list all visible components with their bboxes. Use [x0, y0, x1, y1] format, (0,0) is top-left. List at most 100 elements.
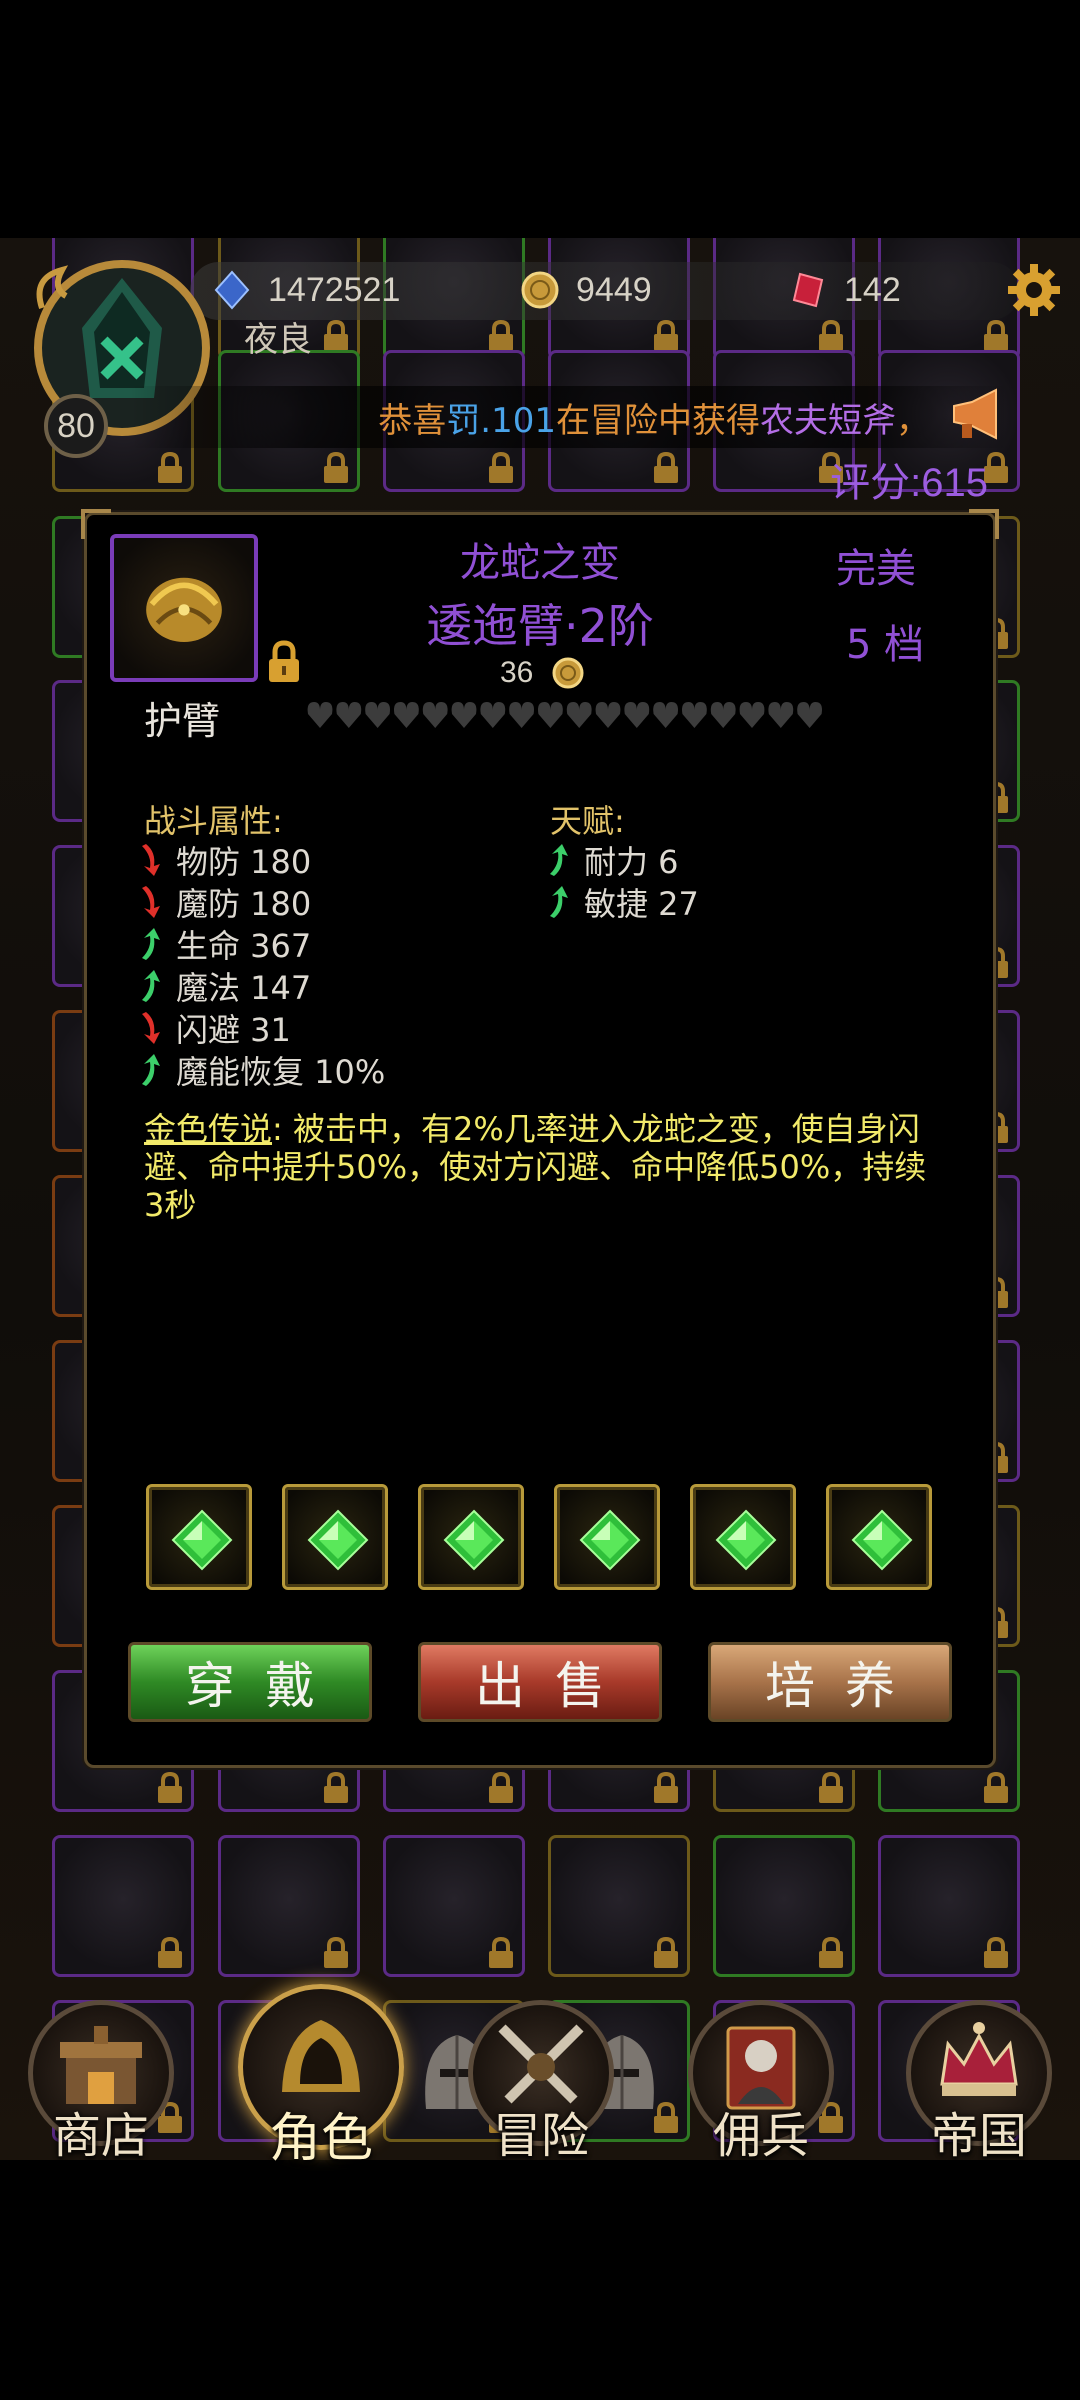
- nav-shop[interactable]: 商店: [28, 2000, 174, 2164]
- gem-value: 142: [844, 270, 901, 309]
- lock-icon: [489, 319, 513, 351]
- item-grade: 5 档: [846, 622, 925, 668]
- gem-socket[interactable]: [282, 1484, 388, 1590]
- lock-icon: [819, 1936, 843, 1968]
- down-arrow-icon: [142, 1012, 160, 1044]
- announce-middle: 在冒险中获得: [556, 400, 760, 441]
- item-icon-frame[interactable]: [110, 534, 258, 682]
- announcement-banner: 恭喜 罚.101 在冒险中获得 农夫短斧，: [130, 386, 1010, 448]
- up-arrow-icon: [550, 844, 568, 876]
- gem-socket[interactable]: [554, 1484, 660, 1590]
- stat-label: 闪避 31: [176, 1011, 291, 1049]
- legendary-tag: 金色传说: [144, 1110, 273, 1148]
- inventory-slot[interactable]: [218, 1835, 360, 1977]
- bracer-icon: [146, 577, 222, 643]
- gem-socket[interactable]: [146, 1484, 252, 1590]
- gold-value: 9449: [576, 270, 652, 309]
- heart-icon: [509, 702, 534, 728]
- green-gem-icon: [715, 1509, 777, 1571]
- inventory-slot[interactable]: [383, 1835, 525, 1977]
- green-gem-icon: [171, 1509, 233, 1571]
- diamond-value: 1472521: [268, 270, 401, 309]
- item-quality: 完美: [836, 546, 916, 592]
- megaphone-icon[interactable]: [948, 388, 1006, 440]
- combat-attributes-title: 战斗属性:: [144, 802, 283, 840]
- red-gem-icon: [792, 272, 824, 308]
- nav-character-label: 角色: [268, 2109, 373, 2169]
- heart-icon: [653, 702, 678, 728]
- inventory-slot[interactable]: [878, 1835, 1020, 1977]
- lock-icon: [654, 1936, 678, 1968]
- heart-icon: [480, 702, 506, 728]
- nav-empire[interactable]: 帝国: [906, 2000, 1052, 2164]
- dialog-corner-tr: [969, 509, 999, 539]
- lock-icon: [158, 1771, 182, 1803]
- gem-socket[interactable]: [690, 1484, 796, 1590]
- lock-icon: [819, 1771, 843, 1803]
- dialog-corner-tl: [81, 509, 111, 539]
- lock-icon: [324, 1771, 348, 1803]
- nav-empire-label: 帝国: [930, 2108, 1027, 2164]
- up-arrow-icon: [142, 928, 160, 960]
- heart-icon: [422, 702, 448, 728]
- heart-icon: [595, 702, 621, 728]
- heart-icon: [307, 702, 333, 728]
- lock-icon: [984, 319, 1008, 351]
- up-arrow-icon: [550, 886, 568, 918]
- gem-socket[interactable]: [826, 1484, 932, 1590]
- lock-icon: [324, 451, 348, 483]
- gold-counter[interactable]: 9449: [520, 260, 652, 320]
- lock-icon: [324, 1936, 348, 1968]
- settings-gear-icon[interactable]: [1004, 260, 1064, 320]
- green-gem-icon: [579, 1509, 641, 1571]
- lock-icon: [158, 451, 182, 483]
- gold-coin-icon: [552, 657, 584, 689]
- heart-icon: [768, 702, 794, 728]
- item-category: 护臂: [144, 699, 221, 743]
- stat-label: 魔防 180: [176, 885, 312, 923]
- heart-icon: [394, 702, 419, 728]
- nav-adventure[interactable]: 冒险: [468, 2000, 614, 2164]
- wear-button[interactable]: 穿戴: [128, 1642, 372, 1722]
- lock-icon: [984, 1771, 1008, 1803]
- announce-item: 农夫短斧: [760, 400, 896, 441]
- gem-socket[interactable]: [418, 1484, 524, 1590]
- nav-mercenary-label: 佣兵: [712, 2108, 809, 2164]
- heart-icon: [365, 702, 390, 728]
- heart-icon: [624, 702, 650, 728]
- diamond-counter[interactable]: 1472521: [212, 260, 400, 320]
- gem-counter[interactable]: 142: [788, 260, 901, 320]
- train-button[interactable]: 培养: [708, 1642, 952, 1722]
- green-gem-icon: [851, 1509, 913, 1571]
- stat-label: 物防 180: [176, 843, 312, 881]
- heart-icon: [682, 702, 707, 728]
- heart-row: [307, 702, 822, 728]
- player-name: 夜良: [244, 320, 312, 360]
- heart-icon: [538, 702, 563, 728]
- stat-row: 敏捷 27: [546, 882, 699, 923]
- nav-adventure-label: 冒险: [492, 2108, 589, 2164]
- diamond-icon: [214, 270, 250, 310]
- gold-coin-icon: [521, 271, 559, 309]
- sell-button[interactable]: 出售: [418, 1642, 662, 1722]
- lock-icon: [489, 1936, 513, 1968]
- item-price: 36: [500, 656, 585, 690]
- durability-hearts: [306, 698, 826, 732]
- heart-icon: [739, 702, 765, 728]
- up-arrow-icon: [142, 970, 160, 1002]
- lock-icon: [984, 1936, 1008, 1968]
- inventory-slot[interactable]: [548, 1835, 690, 1977]
- lock-icon: [324, 319, 348, 351]
- inventory-slot[interactable]: [52, 1835, 194, 1977]
- nav-character[interactable]: 角色: [238, 1984, 404, 2169]
- heart-icon: [336, 702, 362, 728]
- heart-icon: [451, 702, 477, 728]
- heart-icon: [797, 702, 822, 728]
- announce-prefix: 恭喜: [378, 400, 447, 441]
- nav-mercenary[interactable]: 佣兵: [688, 2000, 834, 2164]
- lock-icon[interactable]: [266, 640, 302, 684]
- inventory-slot[interactable]: [713, 1835, 855, 1977]
- down-arrow-icon: [142, 886, 160, 918]
- heart-icon: [710, 702, 736, 728]
- green-gem-icon: [307, 1509, 369, 1571]
